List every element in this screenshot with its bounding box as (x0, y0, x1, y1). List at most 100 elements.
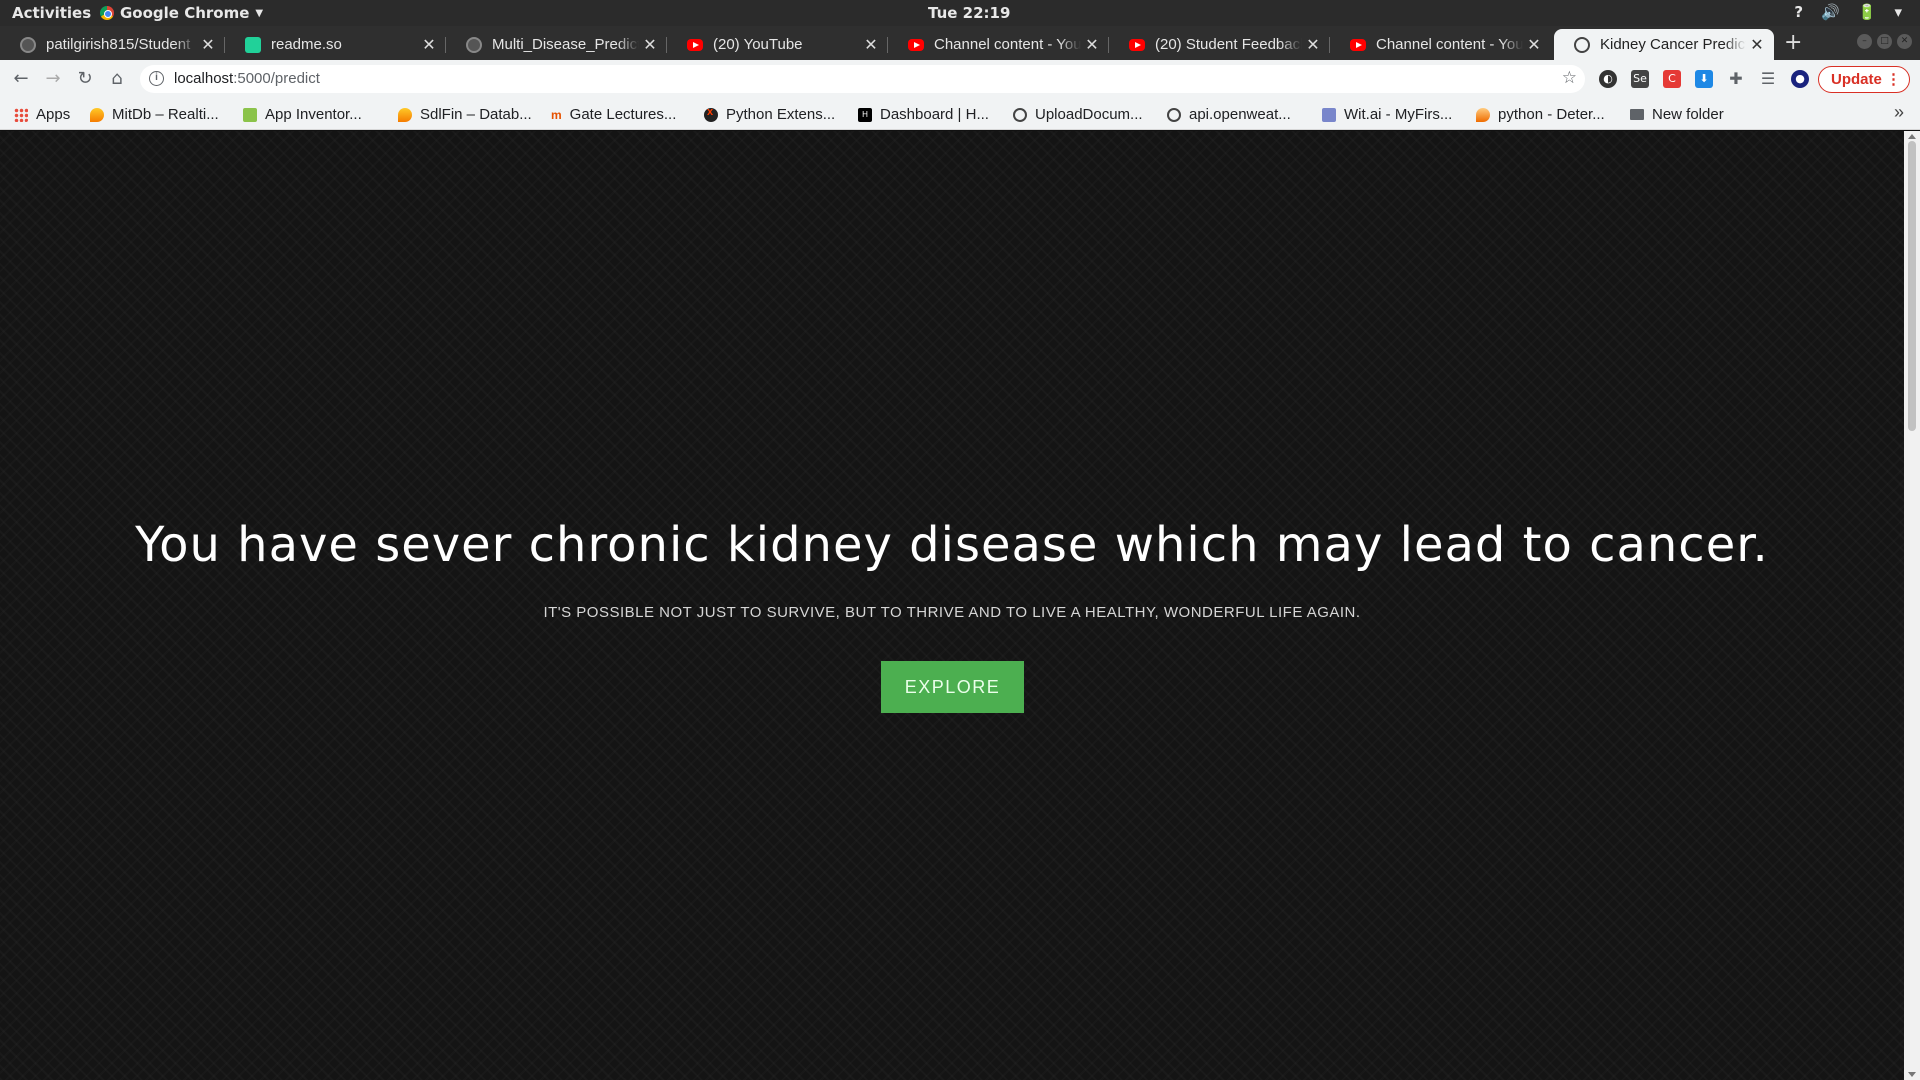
tab[interactable]: patilgirish815/Student ✕ (0, 29, 225, 60)
close-icon[interactable]: ✕ (1523, 35, 1545, 55)
globe-icon (1574, 36, 1590, 53)
tab[interactable]: Multi_Disease_Predicto ✕ (446, 29, 667, 60)
selenium-extension-icon[interactable]: Se (1631, 70, 1649, 88)
bookmark-item[interactable]: python - Deter... (1476, 106, 1605, 123)
more-vert-icon[interactable]: ⋮ (1886, 67, 1901, 92)
download-extension-icon[interactable]: ⬇ (1695, 70, 1713, 88)
reload-icon[interactable]: ↻ (73, 67, 97, 91)
bookmark-item[interactable]: New folder (1630, 106, 1724, 123)
reading-list-icon[interactable]: ☰ (1759, 70, 1777, 88)
bookmark-star-icon[interactable]: ☆ (1562, 68, 1577, 88)
scrollbar-thumb[interactable] (1908, 141, 1916, 431)
youtube-icon (687, 38, 703, 51)
globe-icon (1013, 107, 1027, 122)
tab[interactable]: Channel content - YouT ✕ (1330, 29, 1551, 60)
new-tab-button[interactable]: + (1784, 30, 1802, 55)
hero-title: You have sever chronic kidney disease wh… (135, 517, 1769, 573)
bookmark-label: UploadDocum... (1035, 106, 1143, 123)
extension-icon[interactable]: ◐ (1599, 70, 1617, 88)
bookmark-label: Python Extens... (726, 106, 836, 123)
address-bar[interactable]: i localhost:5000/predict ☆ (140, 65, 1585, 93)
close-icon[interactable]: ✕ (1081, 35, 1103, 55)
bookmark-item[interactable]: MitDb – Realti... (90, 106, 219, 123)
wit-icon (1322, 107, 1336, 122)
chrome-icon (100, 6, 114, 20)
url-path: :5000/predict (233, 70, 320, 87)
close-icon[interactable]: ✕ (197, 35, 219, 55)
url-text[interactable]: localhost:5000/predict (174, 70, 320, 87)
tab-active[interactable]: Kidney Cancer Predicto ✕ (1554, 29, 1774, 60)
firebase-icon (398, 107, 412, 122)
bookmark-item[interactable]: UploadDocum... (1013, 106, 1143, 123)
activities-button[interactable]: Activities (12, 4, 91, 22)
tab-title: readme.so (271, 36, 342, 53)
site-info-icon[interactable]: i (149, 71, 164, 86)
bookmark-item[interactable]: SdlFin – Datab... (398, 106, 532, 123)
bookmark-item[interactable]: Python Extens... (704, 106, 835, 123)
bookmark-label: SdlFin – Datab... (420, 106, 532, 123)
extension-icon[interactable]: C (1663, 70, 1681, 88)
close-icon[interactable]: ✕ (860, 35, 882, 55)
vertical-scrollbar[interactable] (1904, 131, 1920, 1080)
bookmark-label: Wit.ai - MyFirs... (1344, 106, 1453, 123)
close-window-icon[interactable]: ✕ (1897, 34, 1912, 49)
maximize-icon[interactable]: □ (1877, 34, 1892, 49)
bookmark-label: Apps (36, 106, 71, 123)
github-icon (20, 36, 36, 53)
bookmark-label: Dashboard | H... (880, 106, 989, 123)
youtube-icon (908, 38, 924, 51)
clock[interactable]: Tue 22:19 (928, 4, 1010, 22)
tab-title: Channel content - YouT (934, 36, 1081, 53)
tab[interactable]: (20) Student Feedback ✕ (1109, 29, 1330, 60)
battery-icon[interactable]: 🔋 (1858, 3, 1877, 21)
bookmark-item[interactable]: Wit.ai - MyFirs... (1322, 106, 1452, 123)
bookmark-item[interactable]: Apps (14, 106, 70, 123)
close-icon[interactable]: ✕ (1302, 35, 1324, 55)
close-icon[interactable]: ✕ (1746, 35, 1768, 55)
bookmark-item[interactable]: H Dashboard | H... (858, 106, 989, 123)
close-icon[interactable]: ✕ (639, 35, 661, 55)
bookmarks-bar: Apps MitDb – Realti... App Inventor... S… (0, 98, 1920, 130)
hero-subtitle: IT'S POSSIBLE NOT JUST TO SURVIVE, BUT T… (543, 604, 1361, 621)
youtube-icon (1129, 38, 1145, 51)
bookmark-item[interactable]: App Inventor... (243, 106, 362, 123)
tab-title: (20) Student Feedback (1155, 36, 1302, 53)
app-menu-label: Google Chrome (120, 4, 250, 22)
bookmark-label: api.openweat... (1189, 106, 1291, 123)
chevron-down-icon: ▼ (255, 7, 264, 19)
puzzle-icon[interactable]: ✚ (1727, 70, 1745, 88)
gate-icon: m (551, 107, 562, 122)
help-icon[interactable]: ? (1794, 3, 1803, 21)
tab[interactable]: (20) YouTube ✕ (667, 29, 888, 60)
chevron-double-right-icon[interactable]: » (1894, 102, 1904, 123)
close-icon[interactable]: ✕ (418, 35, 440, 55)
avatar[interactable]: ● (1791, 70, 1809, 88)
chevron-down-icon[interactable]: ▾ (1894, 3, 1902, 21)
system-tray[interactable]: ? 🔊 🔋 ▾ (1794, 3, 1902, 21)
minimize-icon[interactable]: – (1857, 34, 1872, 49)
toolbar: ← → ↻ ⌂ i localhost:5000/predict ☆ ◐ Se … (0, 60, 1920, 98)
readme-icon (245, 36, 261, 53)
forward-icon[interactable]: → (41, 67, 65, 91)
explore-button[interactable]: EXPLORE (881, 661, 1024, 713)
python-ext-icon (704, 106, 718, 122)
bookmark-item[interactable]: m Gate Lectures... (551, 106, 676, 123)
tab[interactable]: readme.so ✕ (225, 29, 446, 60)
update-button[interactable]: Update ⋮ (1818, 66, 1910, 93)
home-icon[interactable]: ⌂ (105, 67, 129, 91)
tab-title: patilgirish815/Student (46, 36, 191, 53)
tab[interactable]: Channel content - YouT ✕ (888, 29, 1109, 60)
back-icon[interactable]: ← (9, 67, 33, 91)
volume-icon[interactable]: 🔊 (1821, 3, 1840, 21)
scroll-down-arrow-icon[interactable] (1908, 1072, 1916, 1077)
bookmark-item[interactable]: api.openweat... (1167, 106, 1291, 123)
tab-title: Kidney Cancer Predicto (1600, 36, 1746, 53)
firebase-icon (90, 107, 104, 122)
update-label: Update (1831, 71, 1882, 88)
globe-icon (1167, 107, 1181, 122)
firebase-icon (1476, 107, 1490, 122)
app-menu[interactable]: Google Chrome ▼ (100, 4, 263, 22)
system-top-bar: Activities Google Chrome ▼ Tue 22:19 ? 🔊… (0, 0, 1920, 26)
dashboard-icon: H (858, 107, 872, 122)
scroll-up-arrow-icon[interactable] (1908, 134, 1916, 139)
